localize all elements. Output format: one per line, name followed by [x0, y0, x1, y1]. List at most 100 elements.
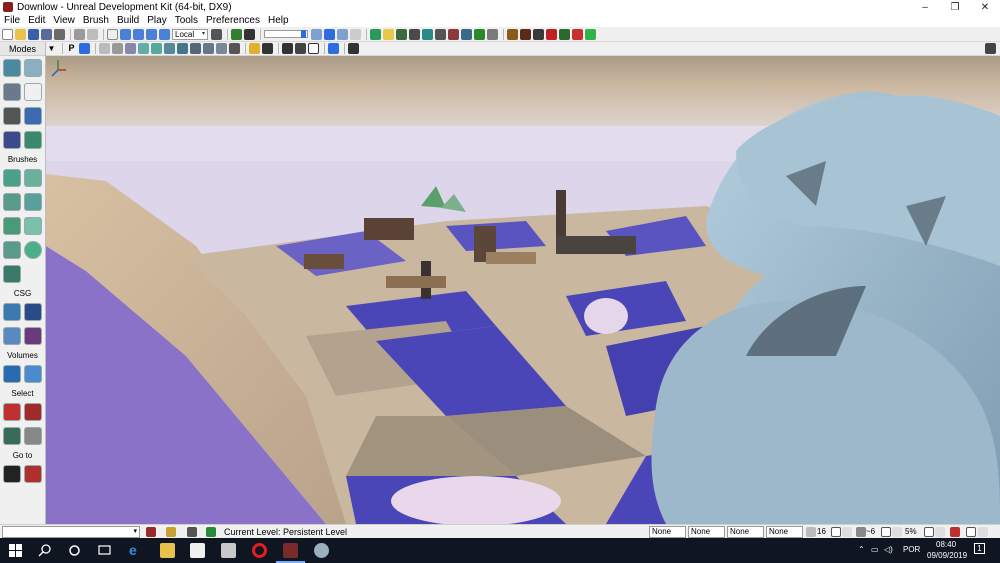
console-icon[interactable] — [520, 28, 531, 40]
play-in-viewport-icon[interactable] — [328, 43, 339, 54]
linear-stair-icon[interactable] — [3, 217, 22, 235]
rotation-snap-icon[interactable] — [856, 527, 866, 537]
clock-date[interactable]: 09/09/2019 — [927, 551, 967, 560]
lighting-buffer-icon[interactable] — [229, 43, 240, 54]
geometry-mode-icon[interactable] — [23, 59, 42, 77]
menu-brush[interactable]: Brush — [83, 15, 109, 26]
preview-checkbox[interactable] — [966, 527, 976, 537]
csg-subtract-icon[interactable] — [23, 303, 42, 321]
slider-knob[interactable] — [301, 30, 306, 38]
unlit-icon[interactable] — [125, 43, 136, 54]
light-icon[interactable] — [166, 527, 176, 537]
rotate-mode-icon[interactable] — [133, 28, 144, 40]
curved-stair-icon[interactable] — [3, 193, 22, 211]
close-button[interactable]: ✕ — [970, 0, 1000, 14]
current-level-icon[interactable] — [206, 527, 216, 537]
chevron-down-icon[interactable] — [935, 527, 945, 537]
light-complexity-icon[interactable] — [177, 43, 188, 54]
csg-intersect-icon[interactable] — [3, 327, 22, 345]
edge-browser-icon[interactable]: e — [129, 543, 144, 558]
build-all-icon[interactable] — [422, 28, 433, 40]
network-icon[interactable]: ▭ — [871, 545, 879, 554]
perspective-p-button[interactable]: P — [66, 43, 77, 54]
sphere-brush-icon[interactable] — [23, 241, 42, 259]
camera-speed-slider[interactable] — [264, 30, 308, 38]
chevron-down-icon[interactable]: ▼ — [46, 43, 57, 54]
coverage-mode-icon[interactable] — [3, 131, 22, 149]
camera-mode-icon[interactable] — [3, 59, 22, 77]
select-cursor-icon[interactable] — [107, 28, 118, 40]
play-icon[interactable] — [585, 28, 596, 40]
menu-play[interactable]: Play — [147, 15, 166, 26]
scale-grid-icon[interactable] — [337, 28, 348, 40]
detail-lighting-icon[interactable] — [151, 43, 162, 54]
rotation-grid-icon[interactable] — [324, 28, 335, 40]
lightmap-density-icon[interactable] — [216, 43, 227, 54]
clock-time[interactable]: 08:40 — [936, 540, 956, 549]
save-icon[interactable] — [28, 28, 39, 40]
language-indicator[interactable]: POR — [903, 545, 920, 554]
lit-icon[interactable] — [138, 43, 149, 54]
mesh-paint-icon[interactable] — [23, 107, 42, 125]
menu-view[interactable]: View — [53, 15, 75, 26]
chevron-up-icon[interactable]: ⌃ — [858, 545, 865, 554]
csg-deintersect-icon[interactable] — [23, 327, 42, 345]
texture-mode-icon[interactable] — [3, 107, 22, 125]
task-view-icon[interactable] — [97, 543, 112, 558]
matinee-icon[interactable] — [244, 28, 255, 40]
menu-edit[interactable]: Edit — [28, 15, 45, 26]
maximize-viewport-icon[interactable] — [308, 43, 319, 54]
build-cover-icon[interactable] — [409, 28, 420, 40]
chevron-down-icon[interactable] — [892, 527, 902, 537]
udk-taskbar-icon[interactable] — [283, 543, 298, 558]
restore-viewport-icon[interactable] — [985, 43, 996, 54]
brush-wireframe-icon[interactable] — [112, 43, 123, 54]
menu-build[interactable]: Build — [117, 15, 139, 26]
command-input[interactable]: ▾ — [2, 526, 140, 538]
save-all-icon[interactable] — [41, 28, 52, 40]
csg-add-icon[interactable] — [3, 303, 22, 321]
content-browser-icon[interactable] — [448, 28, 459, 40]
goto-builder-brush-icon[interactable] — [23, 465, 42, 483]
notification-center-icon[interactable]: 1 — [974, 543, 985, 554]
opera-icon[interactable] — [252, 543, 267, 558]
perspective-viewport[interactable] — [46, 56, 1000, 524]
mail-icon[interactable] — [221, 543, 236, 558]
spiral-stair-icon[interactable] — [3, 241, 22, 259]
search-icon[interactable] — [38, 543, 53, 558]
cortana-icon[interactable] — [67, 543, 82, 558]
actor-classes-icon[interactable] — [474, 28, 485, 40]
scale-checkbox[interactable] — [924, 527, 934, 537]
move-cross-icon[interactable] — [23, 83, 42, 101]
menu-file[interactable]: File — [4, 15, 20, 26]
split-viewport-icon[interactable] — [348, 43, 359, 54]
volume-cube-icon[interactable] — [23, 365, 42, 383]
snap-field-1[interactable]: None — [649, 526, 686, 538]
build-paths-icon[interactable] — [396, 28, 407, 40]
texture-density-icon[interactable] — [190, 43, 201, 54]
new-file-icon[interactable] — [2, 28, 13, 40]
redo-icon[interactable] — [87, 28, 98, 40]
windows-start-icon[interactable] — [8, 543, 23, 558]
material-editor-icon[interactable] — [546, 28, 557, 40]
generic-browser-icon[interactable] — [461, 28, 472, 40]
file-explorer-icon[interactable] — [160, 543, 175, 558]
monitor-icon[interactable] — [559, 28, 570, 40]
show-selected-icon[interactable] — [3, 403, 22, 421]
foliage-mode-icon[interactable] — [23, 131, 42, 149]
add-volume-icon[interactable] — [3, 365, 22, 383]
lock-icon[interactable] — [249, 43, 260, 54]
build-geometry-icon[interactable] — [370, 28, 381, 40]
eye-icon[interactable] — [262, 43, 273, 54]
rotation-checkbox[interactable] — [881, 527, 891, 537]
drag-handle-icon[interactable] — [187, 527, 197, 537]
store-icon[interactable] — [190, 543, 205, 558]
shader-complexity-icon[interactable] — [203, 43, 214, 54]
grid-checkbox[interactable] — [831, 527, 841, 537]
game-view-icon[interactable] — [282, 43, 293, 54]
build-lighting-icon[interactable] — [383, 28, 394, 40]
kismet-debug-icon[interactable] — [572, 28, 583, 40]
invert-selection-icon[interactable] — [3, 427, 22, 445]
drag-grid-icon[interactable] — [311, 28, 322, 40]
terrain-mode-icon[interactable] — [3, 83, 22, 101]
